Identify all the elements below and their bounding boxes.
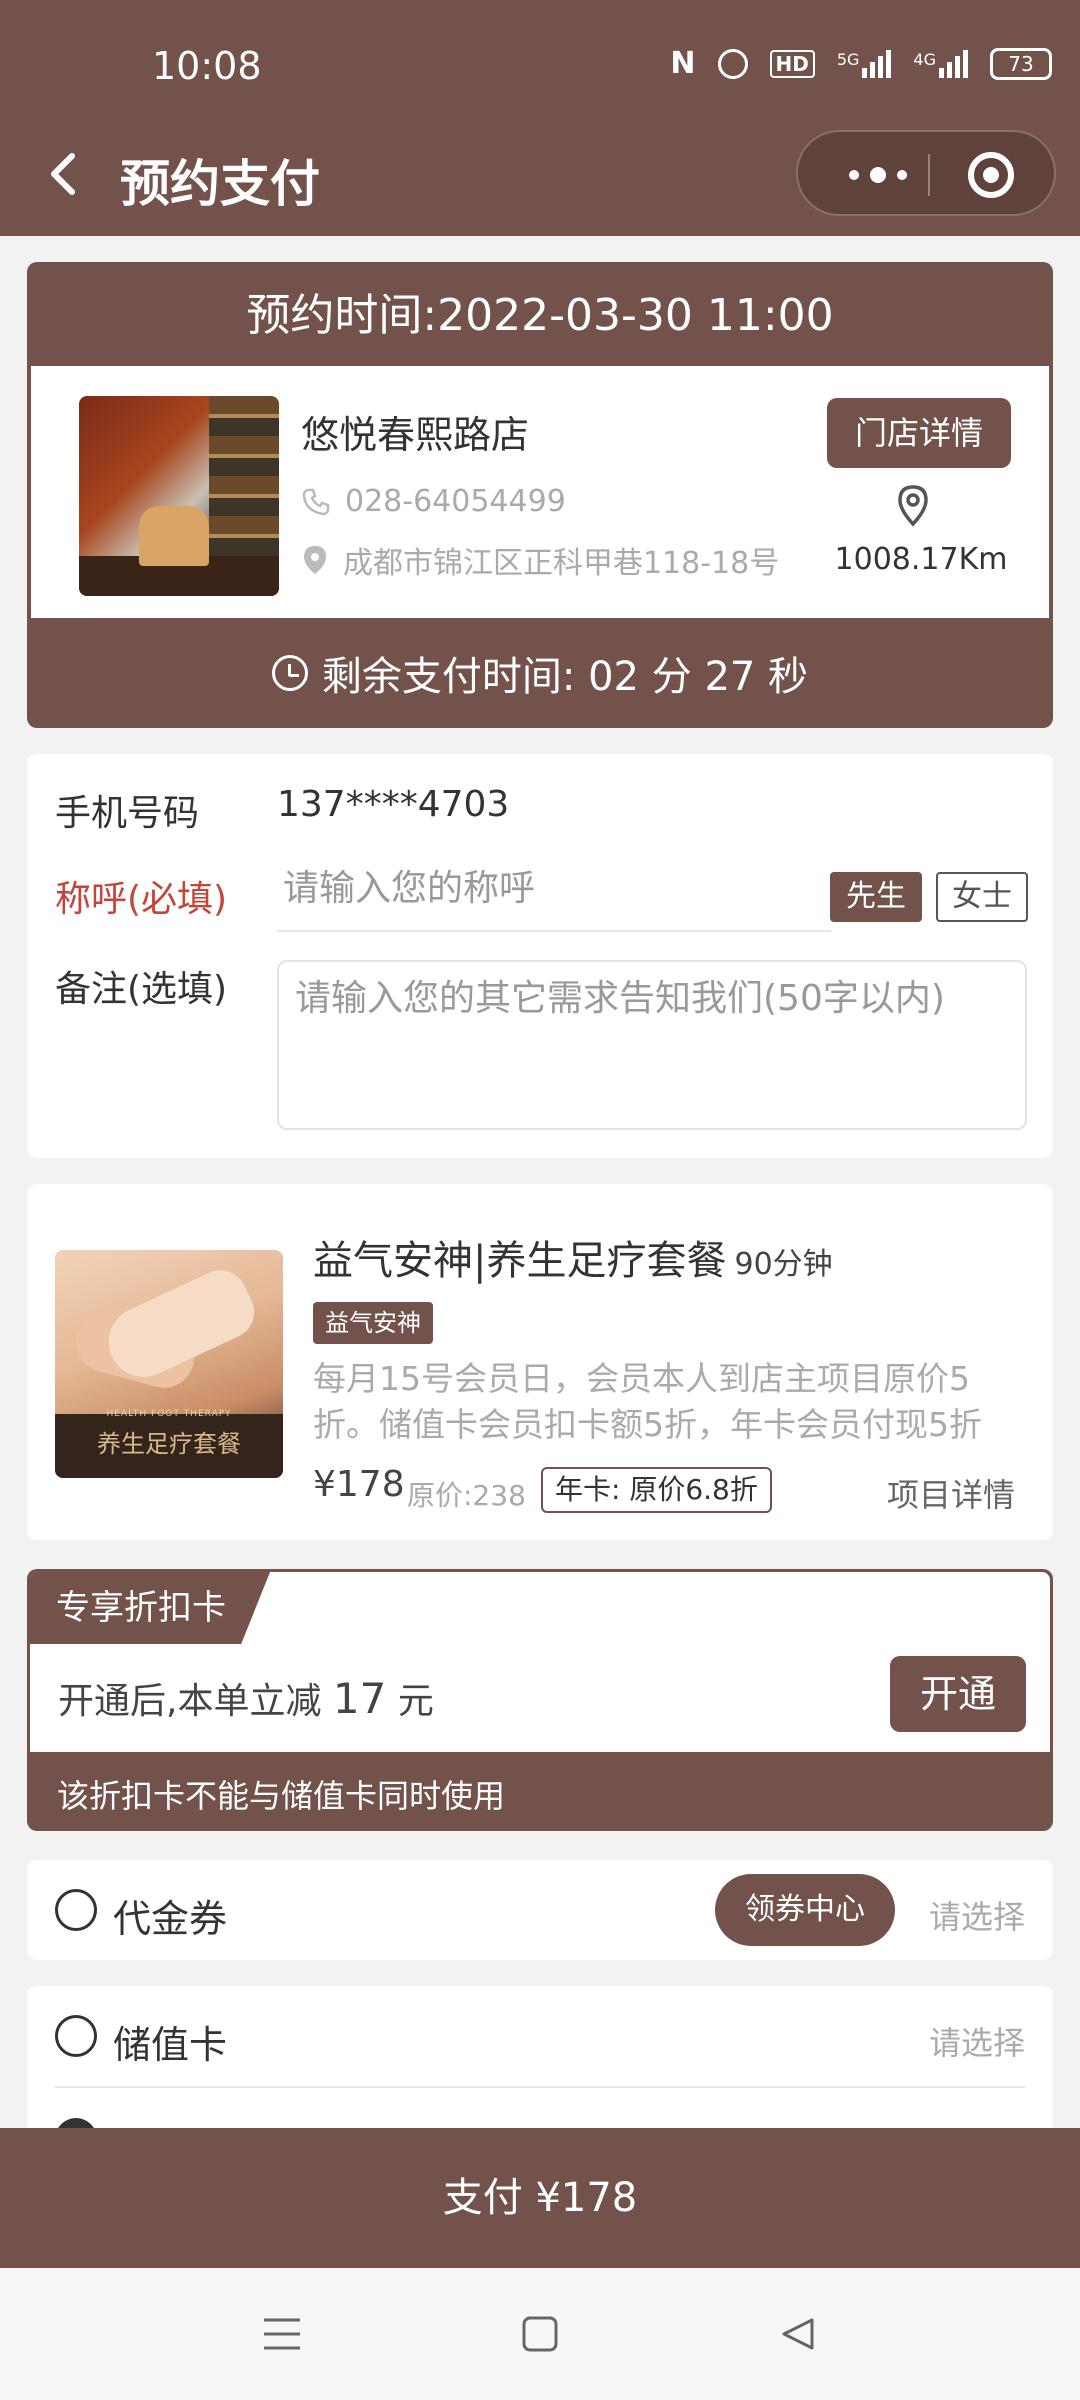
signal-5g-icon: 5G: [837, 49, 892, 78]
product-tag: 益气安神: [313, 1302, 433, 1344]
phone-icon: [302, 488, 330, 515]
name-label: 称呼(必填): [55, 879, 228, 920]
stored-card-pick[interactable]: 请选择: [929, 2018, 1025, 2064]
product-title-row: 益气安神|养生足疗套餐 90分钟: [313, 1228, 833, 1286]
discount-card: 专享折扣卡 开通后,本单立减 17 元 开通 该折扣卡不能与储值卡同时使用: [27, 1569, 1053, 1831]
clock-icon: [271, 655, 308, 691]
product-description: 每月15号会员日，会员本人到店主项目原价5折。储值卡会员扣卡额5折，年卡会员付现…: [313, 1359, 982, 1444]
name-input[interactable]: 请输入您的称呼: [277, 854, 831, 932]
product-card[interactable]: HEALTH FOOT THERAPY 养生足疗套餐 益气安神|养生足疗套餐 90分…: [27, 1184, 1053, 1540]
product-image-subcaption: HEALTH FOOT THERAPY: [106, 1409, 232, 1419]
store-card: 预约时间:2022-03-30 11:00 悠悦春熙路店 028-6405449…: [27, 262, 1053, 728]
row-divider: [55, 2086, 1025, 2088]
sex-female-button[interactable]: 女士: [936, 872, 1028, 922]
year-card-badge: 年卡: 原价6.8折: [541, 1467, 772, 1513]
phone-label: 手机号码: [55, 793, 200, 834]
store-phone-row[interactable]: 028-64054499: [301, 484, 566, 519]
voucher-label: 代金券: [113, 1897, 228, 1941]
discount-note: 该折扣卡不能与储值卡同时使用: [57, 1777, 506, 1815]
back-icon[interactable]: [780, 2316, 816, 2352]
hd-icon: HD: [769, 49, 815, 78]
store-info: 悠悦春熙路店 028-64054499 成都市锦江区正科甲巷118-18号 门店…: [31, 366, 1049, 618]
stored-card-label: 储值卡: [113, 2023, 228, 2067]
store-name: 悠悦春熙路店: [301, 413, 530, 457]
page-title: 预约支付: [120, 155, 320, 213]
discount-tab: 专享折扣卡: [30, 1572, 270, 1644]
voucher-row[interactable]: 代金券 领券中心 请选择: [27, 1860, 1053, 1960]
discount-text-prefix: 开通后,本单立减: [58, 1681, 322, 1722]
menu-icon[interactable]: [262, 2316, 302, 2352]
product-title: 益气安神|养生足疗套餐: [313, 1238, 727, 1284]
product-image-caption: 养生足疗套餐: [97, 1430, 241, 1458]
store-address: 成都市锦江区正科甲巷118-18号: [343, 546, 780, 581]
store-phone: 028-64054499: [345, 484, 566, 519]
status-time: 10:08: [152, 44, 262, 88]
more-icon[interactable]: [838, 158, 918, 192]
battery-icon: 73: [990, 47, 1052, 80]
discount-amount: 17: [332, 1674, 387, 1723]
signal-4g-icon: 4G: [913, 49, 968, 78]
system-nav-bar: [0, 2268, 1080, 2400]
alarm-icon: [717, 48, 748, 79]
remark-label: 备注(选填): [55, 969, 228, 1010]
product-price: ¥178: [313, 1464, 405, 1505]
capsule-divider: [928, 154, 930, 196]
discount-text: 开通后,本单立减 17 元: [58, 1672, 434, 1724]
status-bar: 10:08 N HD 5G 4G 73: [0, 0, 1080, 118]
appointment-time: 预约时间:2022-03-30 11:00: [246, 290, 834, 341]
store-detail-button[interactable]: 门店详情: [827, 398, 1011, 468]
location-pin-icon: [304, 546, 326, 574]
store-photo: [79, 396, 279, 596]
product-original-price: 原价:238: [407, 1479, 526, 1512]
discount-card-body: 专享折扣卡 开通后,本单立减 17 元 开通: [30, 1572, 1050, 1752]
sex-male-button[interactable]: 先生: [830, 872, 922, 922]
nfc-icon: N: [670, 46, 696, 81]
navigate-location-icon[interactable]: [893, 484, 933, 528]
back-arrow-icon[interactable]: [38, 144, 88, 204]
stored-card-row[interactable]: 储值卡 请选择: [27, 1986, 1053, 2160]
product-duration: 90分钟: [734, 1247, 833, 1282]
countdown-text: 剩余支付时间: 02 分 27 秒: [321, 654, 809, 700]
product-image: HEALTH FOOT THERAPY 养生足疗套餐: [55, 1250, 283, 1478]
open-discount-button[interactable]: 开通: [890, 1656, 1026, 1732]
contact-form: 手机号码 137****4703 称呼(必填) 请输入您的称呼 先生 女士 备注…: [27, 754, 1053, 1158]
store-address-row: 成都市锦江区正科甲巷118-18号: [301, 538, 779, 582]
discount-unit: 元: [397, 1681, 434, 1722]
close-mini-program-icon[interactable]: [968, 152, 1014, 198]
home-icon[interactable]: [522, 2316, 558, 2352]
coupon-center-button[interactable]: 领券中心: [715, 1874, 895, 1946]
payment-countdown: 剩余支付时间: 02 分 27 秒: [27, 618, 1053, 728]
voucher-pick[interactable]: 请选择: [929, 1892, 1025, 1938]
stored-card-radio[interactable]: [55, 2015, 97, 2057]
remark-textarea[interactable]: 请输入您的其它需求告知我们(50字以内): [277, 960, 1027, 1130]
status-icons: N HD 5G 4G 73: [670, 46, 1052, 81]
voucher-radio[interactable]: [55, 1889, 97, 1931]
phone-value: 137****4703: [277, 784, 510, 825]
store-distance: 1008.17Km: [834, 542, 1008, 577]
nav-bar: 预约支付: [0, 118, 1080, 236]
mini-program-capsule: [796, 130, 1056, 216]
product-detail-link[interactable]: 项目详情: [887, 1470, 1015, 1516]
pay-button[interactable]: 支付 ¥178: [0, 2128, 1080, 2268]
